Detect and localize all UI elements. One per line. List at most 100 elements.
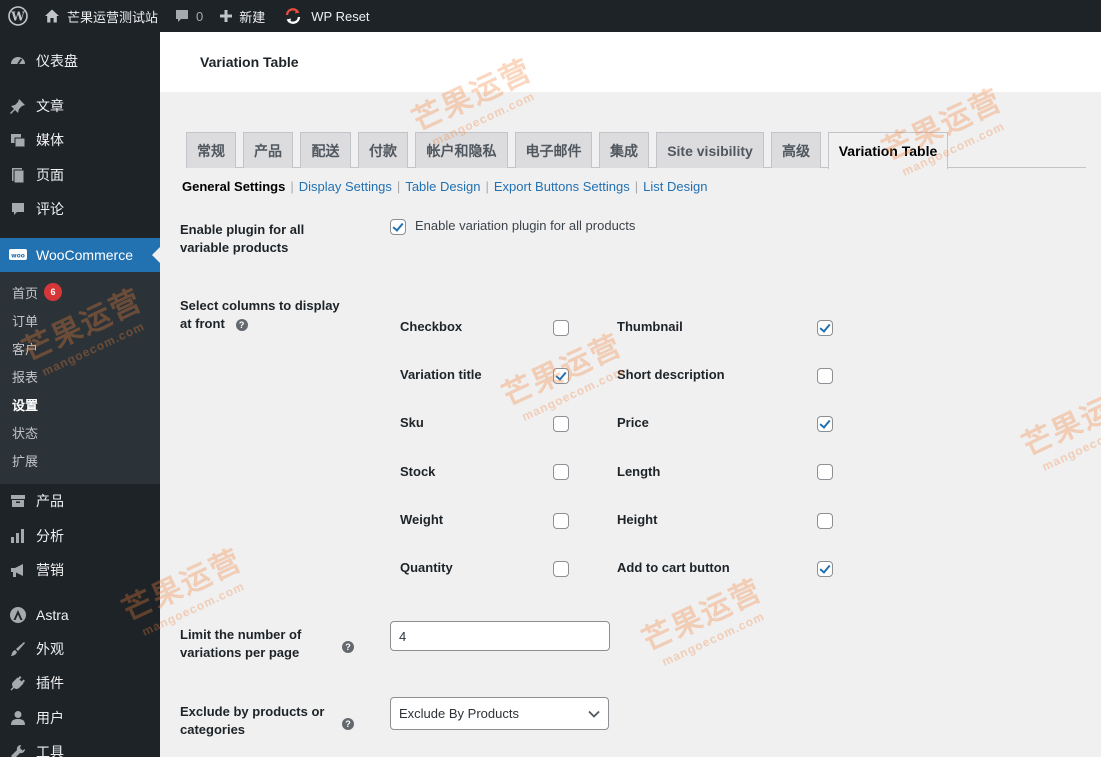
menu-item-analytics[interactable]: 分析 [0,519,160,553]
wrench-icon [0,743,36,757]
enable-plugin-checkbox-label: Enable variation plugin for all products [415,218,636,233]
column-label-sku: Sku [400,415,424,430]
svg-text:W: W [10,10,25,24]
help-icon[interactable]: ? [235,318,248,331]
enable-plugin-checkbox[interactable] [390,219,406,235]
dashboard-icon [0,52,36,70]
column-checkbox-height[interactable] [817,513,833,529]
plug-icon [0,674,36,692]
submenu-item-settings[interactable]: 设置 [12,394,38,414]
column-label-short-description: Short description [617,367,725,382]
subnav-export-buttons-settings[interactable]: Export Buttons Settings [494,179,630,194]
tab-variation-table[interactable]: Variation Table [828,132,948,169]
menu-item-dashboard[interactable]: 仪表盘 [0,44,160,78]
pin-icon [0,97,36,115]
column-label-stock: Stock [400,464,436,479]
new-label: 新建 [239,9,266,25]
site-name-link[interactable]: 芒果运营测试站 [36,0,166,32]
limit-variations-input[interactable]: 4 [390,621,610,651]
help-icon[interactable]: ? [342,718,354,730]
menu-item-posts[interactable]: 文章 [0,89,160,123]
tab-site-visibility[interactable]: Site visibility [656,132,764,168]
comment-icon [0,200,36,218]
submenu-item-customers[interactable]: 客户 [12,338,38,358]
wp-reset-link[interactable]: WP Reset [273,0,377,32]
submenu-item-home[interactable]: 首页 6 [12,282,63,302]
menu-item-tools[interactable]: 工具 [0,735,160,757]
subnav-list-design[interactable]: List Design [643,179,707,194]
new-content-link[interactable]: 新建 [211,0,273,32]
submenu-item-reports[interactable]: 报表 [12,366,38,386]
help-icon[interactable]: ? [342,641,354,653]
submenu-item-extensions[interactable]: 扩展 [12,450,38,470]
tab-advanced[interactable]: 高级 [771,132,821,168]
subnav-table-design[interactable]: Table Design [405,179,480,194]
column-label-length: Length [617,464,661,479]
menu-item-marketing[interactable]: 营销 [0,553,160,587]
column-checkbox-short-description[interactable] [817,368,833,384]
tab-integration[interactable]: 集成 [599,132,649,168]
tab-accounts-privacy[interactable]: 帐户和隐私 [415,132,508,168]
menu-item-appearance[interactable]: 外观 [0,632,160,666]
column-checkbox-length[interactable] [817,464,833,480]
bar-chart-icon [0,527,36,545]
menu-item-plugins[interactable]: 插件 [0,666,160,700]
column-checkbox-add-to-cart[interactable] [817,561,833,577]
column-checkbox-checkbox[interactable] [553,320,569,336]
comment-bubble-icon [174,8,190,24]
menu-item-pages[interactable]: 页面 [0,158,160,192]
menu-item-media[interactable]: 媒体 [0,123,160,157]
archive-icon [0,492,36,510]
submenu-item-status[interactable]: 状态 [12,422,38,442]
limit-variations-label: Limit the number of variations per page [180,627,302,660]
column-label-price: Price [617,415,649,430]
column-checkbox-weight[interactable] [553,513,569,529]
column-label-checkbox: Checkbox [400,319,463,334]
tab-products[interactable]: 产品 [243,132,293,168]
megaphone-icon [0,561,36,579]
update-count-badge: 6 [44,283,63,301]
subnav-display-settings[interactable]: Display Settings [299,179,392,194]
column-label-variation-title: Variation title [400,367,482,382]
menu-item-comments[interactable]: 评论 [0,192,160,226]
column-checkbox-thumbnail[interactable] [817,320,833,336]
column-checkbox-stock[interactable] [553,464,569,480]
tab-payments[interactable]: 付款 [358,132,408,168]
settings-tabs: 常规 产品 配送 付款 帐户和隐私 电子邮件 集成 Site visibilit… [186,132,1086,169]
subnav-general-settings[interactable]: General Settings [182,179,285,194]
column-checkbox-variation-title[interactable] [553,368,569,384]
exclude-select[interactable]: Exclude By Products [390,697,609,730]
column-label-weight: Weight [400,512,444,527]
media-icon [0,131,36,149]
settings-subnav: General Settings | Display Settings | Table … [182,179,708,194]
admin-sidebar: 仪表盘 文章 媒体 页面 评论 woo WooCommerce 首页 6 订单 … [0,32,160,757]
enable-plugin-label: Enable plugin for all variable products [180,222,305,255]
menu-item-woocommerce[interactable]: woo WooCommerce [0,238,160,272]
svg-text:woo: woo [11,253,25,260]
select-columns-label: Select columns to display at front ? [180,298,340,331]
admin-bar: W 芒果运营测试站 0 新建 WP Reset [0,0,1101,32]
woo-icon: woo [0,247,36,263]
page-icon [0,166,36,184]
reset-arrows-icon [283,6,303,26]
menu-item-products[interactable]: 产品 [0,484,160,518]
page-title: Variation Table [200,54,299,70]
comments-count: 0 [196,8,204,24]
menu-item-users[interactable]: 用户 [0,701,160,735]
column-checkbox-sku[interactable] [553,416,569,432]
menu-item-astra[interactable]: Astra [0,598,160,632]
chevron-down-icon [588,706,600,721]
main-content: Variation Table 常规 产品 配送 付款 帐户和隐私 电子邮件 集… [160,32,1101,757]
tab-shipping[interactable]: 配送 [300,132,351,168]
wordpress-logo-icon[interactable]: W [0,0,36,32]
submenu-item-orders[interactable]: 订单 [12,310,38,330]
comments-link[interactable]: 0 [166,0,211,32]
column-checkbox-price[interactable] [817,416,833,432]
user-icon [0,709,36,727]
plus-icon [219,9,233,23]
tab-emails[interactable]: 电子邮件 [515,132,592,168]
tab-general[interactable]: 常规 [186,132,236,168]
column-label-quantity: Quantity [400,560,453,575]
column-checkbox-quantity[interactable] [553,561,569,577]
home-icon [44,8,60,24]
